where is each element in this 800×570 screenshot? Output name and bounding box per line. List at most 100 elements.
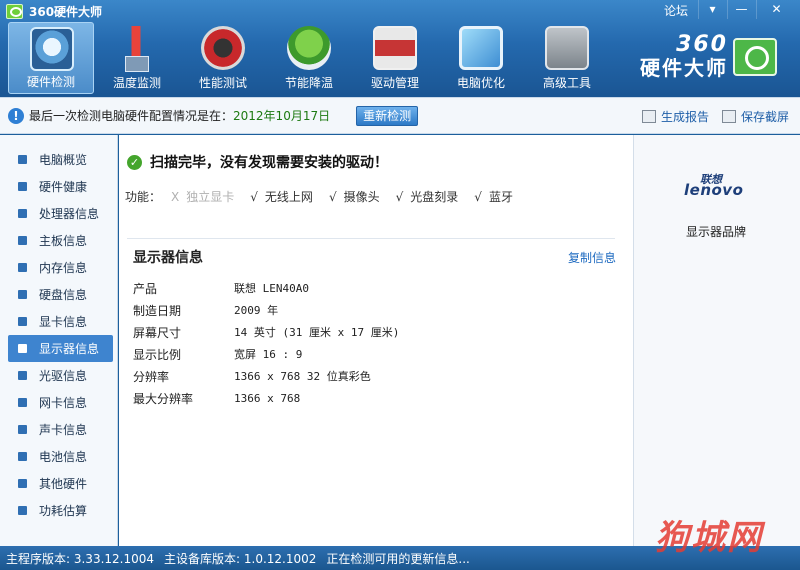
- save-screenshot-label: 保存截屏: [741, 110, 790, 124]
- brand-logo: 360 硬件大师: [618, 34, 728, 81]
- tab-power-saving[interactable]: 节能降温: [266, 22, 352, 94]
- monitor-info-table: 产品 联想 LEN40A0 制造日期 2009 年 屏幕尺寸 14 英寸 (31 厘米…: [133, 277, 399, 409]
- save-screenshot-button[interactable]: 保存截屏: [722, 108, 789, 125]
- db-version: 主设备库版本: 1.0.12.1002: [164, 551, 317, 566]
- row-key: 屏幕尺寸: [133, 325, 182, 340]
- hardware-check-icon: [30, 27, 74, 71]
- bullet-icon: [18, 182, 27, 191]
- copy-info-link[interactable]: 复制信息: [568, 249, 616, 266]
- thermometer-icon: [115, 26, 159, 72]
- tab-performance[interactable]: 性能测试: [180, 22, 266, 94]
- row-value: 2009 年: [234, 304, 279, 317]
- row-value: 1366 x 768: [234, 391, 301, 405]
- sidebar-item-label: 内存信息: [39, 261, 88, 275]
- tab-label: 高级工具: [542, 76, 591, 90]
- function-item: √ 摄像头: [329, 188, 380, 205]
- sidebar-item-label: 硬盘信息: [39, 288, 88, 302]
- bullet-icon: [18, 479, 27, 488]
- monitor-optimize-icon: [459, 26, 503, 70]
- tab-advanced-tools[interactable]: 高级工具: [524, 22, 610, 94]
- tab-label: 电脑优化: [456, 76, 505, 90]
- tab-optimization[interactable]: 电脑优化: [438, 22, 524, 94]
- checkmark-icon: √: [250, 190, 258, 204]
- bullet-icon: [18, 506, 27, 515]
- checkmark-icon: √: [328, 190, 337, 204]
- bullet-icon: [18, 425, 27, 434]
- table-row: 屏幕尺寸 14 英寸 (31 厘米 x 17 厘米): [133, 321, 399, 343]
- table-row: 分辨率 1366 x 768 32 位真彩色: [133, 365, 399, 387]
- bullet-icon: [18, 371, 27, 380]
- close-button[interactable]: ✕: [756, 0, 796, 19]
- bullet-icon: [18, 236, 27, 245]
- main-version: 主程序版本: 3.33.12.1004: [6, 551, 155, 566]
- brand-name: 硬件大师: [640, 56, 728, 80]
- printer-icon: [642, 110, 656, 123]
- checkmark-icon: √: [395, 190, 404, 204]
- function-item: √ 蓝牙: [474, 188, 513, 205]
- row-key: 产品: [133, 281, 158, 296]
- sidebar-item-disk[interactable]: 硬盘信息: [0, 281, 117, 308]
- table-row: 产品 联想 LEN40A0: [133, 277, 399, 299]
- sidebar-item-memory[interactable]: 内存信息: [0, 254, 117, 281]
- sidebar-item-label: 主板信息: [39, 234, 88, 248]
- forum-link[interactable]: 论坛: [664, 2, 688, 19]
- sidebar-item-other[interactable]: 其他硬件: [0, 470, 117, 497]
- sidebar-item-cpu[interactable]: 处理器信息: [0, 200, 117, 227]
- tab-label: 硬件检测: [26, 75, 75, 89]
- main-toolbar: 硬件检测 温度监测 性能测试 节能降温 驱动管理 电脑优化 高级工具: [8, 22, 610, 94]
- row-value: 宽屏 16 : 9: [234, 348, 303, 361]
- sidebar-item-gpu[interactable]: 显卡信息: [0, 308, 117, 335]
- sidebar-item-sound[interactable]: 声卡信息: [0, 416, 117, 443]
- tab-hardware-check[interactable]: 硬件检测: [8, 22, 94, 94]
- recheck-button[interactable]: 重新检测: [356, 105, 419, 126]
- sidebar-item-label: 声卡信息: [39, 423, 88, 437]
- sidebar-item-monitor[interactable]: 显示器信息: [8, 335, 113, 362]
- row-key: 显示比例: [133, 347, 182, 362]
- sidebar-item-label: 硬件健康: [39, 180, 88, 194]
- bullet-icon: [18, 317, 27, 326]
- bullet-icon: [18, 290, 27, 299]
- sidebar-item-optical[interactable]: 光驱信息: [0, 362, 117, 389]
- sidebar: 电脑概览 硬件健康 处理器信息 主板信息 内存信息 硬盘信息 显卡信息 显示器信…: [0, 135, 118, 546]
- row-value: 联想 LEN40A0: [234, 282, 309, 295]
- tab-label: 性能测试: [198, 76, 247, 90]
- row-key: 制造日期: [133, 303, 182, 318]
- lenovo-logo: lenovo: [684, 181, 744, 199]
- tab-temperature[interactable]: 温度监测: [94, 22, 180, 94]
- speedometer-icon: [201, 26, 245, 70]
- cross-icon: X: [171, 190, 180, 204]
- sidebar-item-label: 电池信息: [39, 450, 88, 464]
- tab-driver-management[interactable]: 驱动管理: [352, 22, 438, 94]
- check-icon: ✓: [127, 154, 142, 170]
- row-key: 最大分辨率: [133, 391, 194, 406]
- sidebar-item-network[interactable]: 网卡信息: [0, 389, 117, 416]
- main-content: ✓ 扫描完毕，没有发现需要安装的驱动！ 功能： X 独立显卡 √ 无线上网 √ 摄像头…: [119, 135, 633, 546]
- watermark: 狗城网: [655, 518, 763, 558]
- minimize-button[interactable]: —: [727, 0, 755, 19]
- sidebar-item-power[interactable]: 功耗估算: [0, 497, 117, 524]
- scan-status: ✓ 扫描完毕，没有发现需要安装的驱动！: [127, 152, 388, 172]
- sidebar-item-label: 光驱信息: [39, 369, 88, 383]
- function-item: √ 光盘刻录: [396, 188, 459, 205]
- sidebar-item-label: 显示器信息: [39, 342, 100, 356]
- sidebar-item-label: 电脑概览: [39, 153, 88, 167]
- bullet-icon: [18, 209, 27, 218]
- function-item-label: 摄像头: [343, 190, 380, 204]
- checkmark-icon: √: [474, 190, 482, 204]
- last-check-text: 最后一次检测电脑硬件配置情况是在：: [29, 109, 234, 123]
- sidebar-item-motherboard[interactable]: 主板信息: [0, 227, 117, 254]
- driver-box-icon: [373, 26, 417, 70]
- sidebar-item-overview[interactable]: 电脑概览: [0, 146, 117, 173]
- bullet-icon: [18, 398, 27, 407]
- table-row: 显示比例 宽屏 16 : 9: [133, 343, 399, 365]
- row-value: 1366 x 768 32 位真彩色: [234, 370, 371, 383]
- camera-icon: [722, 110, 736, 123]
- menu-dropdown-button[interactable]: ▾: [698, 0, 726, 19]
- tab-label: 温度监测: [112, 76, 161, 90]
- sidebar-item-battery[interactable]: 电池信息: [0, 443, 117, 470]
- function-item-label: 独立显卡: [186, 190, 235, 204]
- sidebar-item-health[interactable]: 硬件健康: [0, 173, 117, 200]
- generate-report-button[interactable]: 生成报告: [642, 108, 709, 125]
- brand-panel: 联想 lenovo 显示器品牌: [633, 135, 800, 546]
- sidebar-item-label: 网卡信息: [39, 396, 88, 410]
